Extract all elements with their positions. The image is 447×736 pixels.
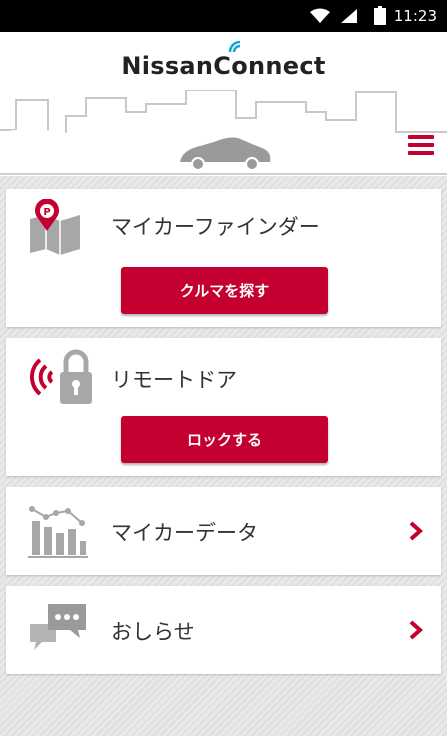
card-notices[interactable]: おしらせ [6,586,441,674]
chevron-right-icon [409,521,423,541]
svg-text:P: P [43,207,50,218]
card-remote-door: リモートドア ロックする [6,338,441,476]
status-time: 11:23 [393,7,437,25]
menu-bar [408,135,434,139]
status-bar: 11:23 [0,0,447,32]
menu-bar [408,143,434,147]
remote-lock-icon [29,349,92,404]
card-title-remote-door: リモートドア [111,368,237,392]
app-header: NissanConnect [0,32,447,176]
battery-icon [374,6,386,25]
menu-bar [408,151,434,155]
card-title-notices: おしらせ [111,620,195,644]
lock-button[interactable]: ロックする [121,416,328,463]
signal-icon [341,9,357,23]
card-my-car-finder: P マイカーファインダー クルマを探す [6,189,441,327]
card-title-my-car-finder: マイカーファインダー [111,215,320,239]
card-title-my-car-data: マイカーデータ [111,521,258,545]
city-skyline-illustration [0,90,447,176]
bar-chart-icon [28,506,88,558]
app-logo: NissanConnect [121,52,326,80]
parking-map-icon: P [30,199,80,255]
chat-bubbles-icon [30,604,86,650]
logo-signal-icon [228,40,241,53]
wifi-icon [310,8,330,23]
card-my-car-data[interactable]: マイカーデータ [6,487,441,575]
find-car-button[interactable]: クルマを探す [121,267,328,314]
chevron-right-icon [409,620,423,640]
hamburger-menu-button[interactable] [408,135,434,157]
